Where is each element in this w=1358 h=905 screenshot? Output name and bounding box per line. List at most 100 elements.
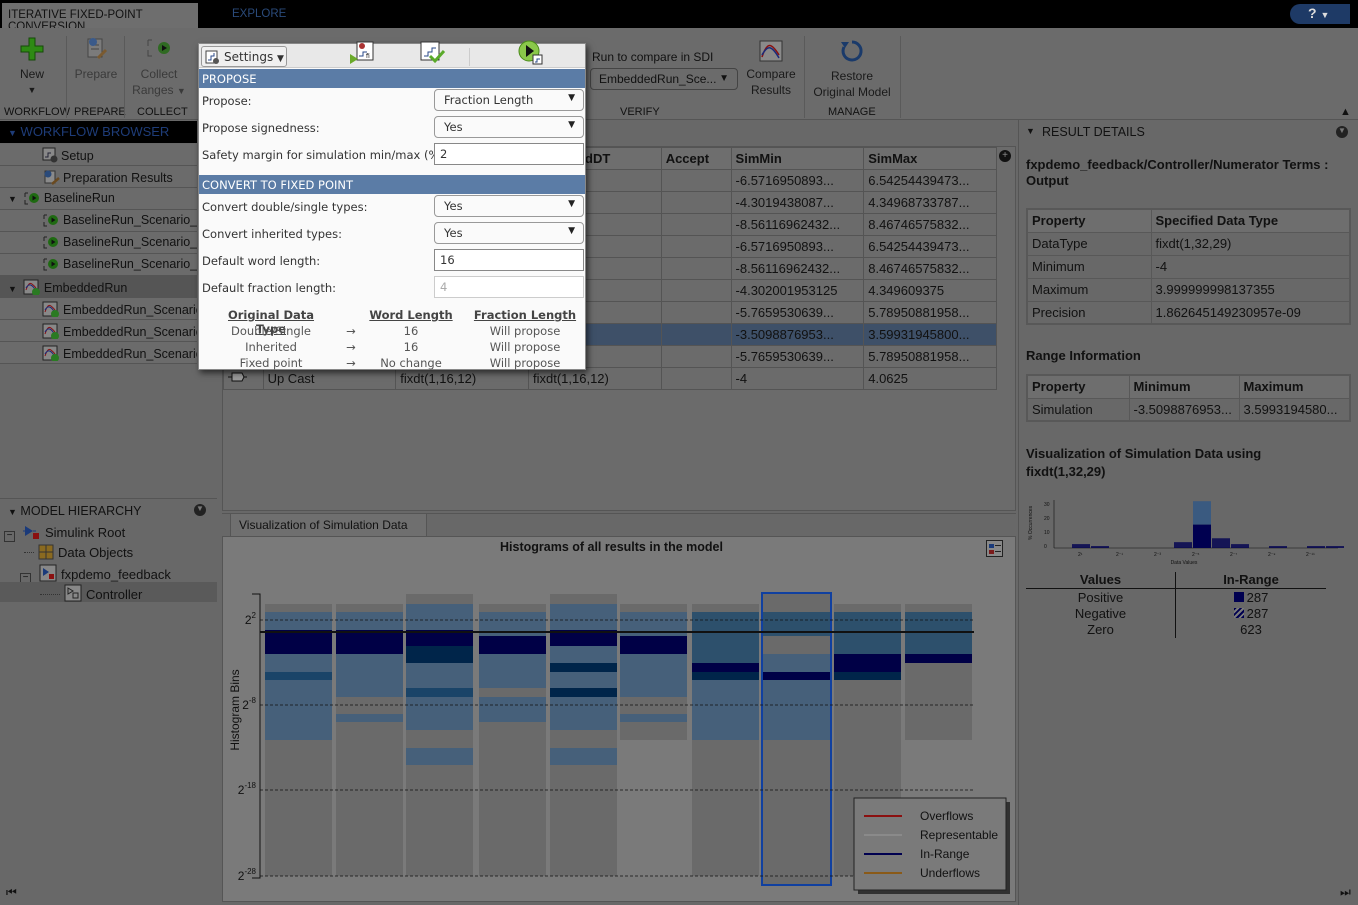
propose-select[interactable]: Fraction Length ▼ xyxy=(434,89,584,111)
histogram-bin xyxy=(834,604,901,612)
compare-results-button[interactable]: Compare Results xyxy=(742,40,800,98)
workflow-browser-header[interactable]: ▼ WORKFLOW BROWSER xyxy=(0,121,197,143)
hierarchy-item-label: Data Objects xyxy=(58,545,134,560)
collapse-toolstrip-icon[interactable]: ▲ xyxy=(1340,106,1351,118)
cell-simmin: -5.7659530639... xyxy=(730,301,865,324)
propose-fi-icon[interactable]: fi xyxy=(349,40,377,66)
tab-iterative-fixed-point-conversion[interactable]: ITERATIVE FIXED-POINT CONVERSION xyxy=(2,3,198,33)
run-compare-select[interactable]: EmbeddedRun_Sce... ▼ xyxy=(590,68,738,90)
mini-ytick: 30 xyxy=(1044,502,1050,508)
hierarchy-item[interactable]: Data Objects xyxy=(0,542,217,562)
column-header[interactable]: SimMin xyxy=(730,147,865,170)
cell-accept xyxy=(660,169,732,192)
chevron-down-icon: ▼ xyxy=(568,93,575,103)
collapse-toggle-icon[interactable]: − xyxy=(4,531,15,542)
collect-label: Collect xyxy=(140,67,178,81)
summary-cell: No change xyxy=(380,356,442,370)
hierarchy-item-label: Simulink Root xyxy=(45,525,126,540)
values-table: Values In-Range Positive 287 Negative 287 Zero… xyxy=(1026,572,1326,640)
new-button[interactable]: New ▼ xyxy=(8,36,56,98)
workflow-item[interactable]: BaselineRun_Scenario_3 xyxy=(0,254,197,276)
cell-simmin: -4.3019438087... xyxy=(730,191,865,214)
safety-margin-label: Safety margin for simulation min/max (%)… xyxy=(202,148,448,162)
expand-caret-icon[interactable]: ▼ xyxy=(8,284,17,294)
cell-simmin: -6.5716950893... xyxy=(730,169,865,192)
add-column-icon[interactable]: + xyxy=(999,150,1011,162)
group-collect: COLLECT xyxy=(137,106,188,118)
histogram-column[interactable] xyxy=(406,594,473,876)
convert-inherited-label: Convert inherited types: xyxy=(202,227,342,241)
visualization-detail-title: Visualization of Simulation Data using f… xyxy=(1026,446,1262,479)
legend-toggle-icon[interactable] xyxy=(986,540,1003,557)
workflow-item[interactable]: Preparation Results xyxy=(0,166,197,188)
histogram-bin xyxy=(620,722,687,740)
cell-simmax: 4.34968733787... xyxy=(863,191,997,214)
in-range-value: 623 xyxy=(1240,622,1262,637)
chevron-down-icon: ▼ xyxy=(176,86,186,96)
simulate-run-icon[interactable] xyxy=(517,39,545,67)
restore-original-model-button[interactable]: Restore Original Model xyxy=(808,38,896,100)
mini-ytick: 0 xyxy=(1044,544,1047,550)
histogram-column[interactable] xyxy=(550,594,617,876)
cell-simmax: 8.46746575832... xyxy=(863,257,997,280)
propose-value: Fraction Length xyxy=(444,93,534,107)
histogram-column[interactable] xyxy=(336,604,403,876)
histogram-bin xyxy=(550,765,617,876)
histogram-bin xyxy=(406,688,473,697)
convert-inherited-select[interactable]: Yes ▼ xyxy=(434,222,584,244)
cell-simmin: -8.56116962432... xyxy=(730,213,865,236)
histogram-column[interactable] xyxy=(692,604,759,876)
apply-check-icon[interactable] xyxy=(419,40,445,66)
word-length-input[interactable]: 16 xyxy=(434,249,584,271)
workflow-item[interactable]: ▼ BaselineRun xyxy=(0,188,197,210)
expand-caret-icon[interactable]: ▼ xyxy=(8,194,17,204)
workflow-item[interactable]: Setup xyxy=(0,144,197,166)
histogram-column[interactable] xyxy=(620,604,687,740)
hierarchy-item[interactable]: Controller xyxy=(0,582,217,602)
settings-dropdown-button[interactable]: Settings ▼ xyxy=(201,46,287,67)
workflow-item[interactable]: EmbeddedRun_Scenario xyxy=(0,298,197,320)
workflow-item[interactable]: ▼ EmbeddedRun xyxy=(0,276,197,298)
column-header[interactable]: Accept xyxy=(660,147,732,170)
summary-cell: → xyxy=(346,340,356,354)
property-cell: Maximum xyxy=(1026,277,1152,302)
cell-simmax: 5.78950881958... xyxy=(863,301,997,324)
plus-icon xyxy=(20,37,44,61)
histogram-column[interactable] xyxy=(905,604,972,740)
scroll-left-icon[interactable]: ⏮ xyxy=(6,885,17,905)
help-button[interactable]: ? ▼ xyxy=(1290,4,1350,24)
workflow-item[interactable]: EmbeddedRun_Scenario xyxy=(0,342,197,364)
fraction-length-input: 4 xyxy=(434,276,584,298)
hierarchy-item[interactable]: − fxpdemo_feedback xyxy=(0,562,217,584)
negative-swatch-icon xyxy=(1233,608,1244,618)
mini-bar xyxy=(1091,546,1109,548)
column-header[interactable]: SimMax xyxy=(863,147,997,170)
workflow-item[interactable]: BaselineRun_Scenario_2 xyxy=(0,232,197,254)
summary-cell: 16 xyxy=(403,340,419,354)
prepare-icon xyxy=(87,38,108,60)
tab-explore[interactable]: EXPLORE xyxy=(232,8,286,20)
histogram-bin xyxy=(406,663,473,688)
workflow-item[interactable]: EmbeddedRun_Scenario xyxy=(0,320,197,342)
table-row[interactable]: Up Cast fixdt(1,16,12) fixdt(1,16,12) -4 4.0… xyxy=(223,367,997,390)
histogram-column[interactable] xyxy=(479,604,546,876)
tab-visualization[interactable]: Visualization of Simulation Data xyxy=(230,513,427,537)
scroll-right-icon[interactable]: ⏭ xyxy=(1340,885,1351,905)
panel-options-icon[interactable]: ▼ xyxy=(1336,126,1348,138)
signedness-select[interactable]: Yes ▼ xyxy=(434,116,584,138)
result-details-header[interactable]: ▼ RESULT DETAILS ▼ xyxy=(1020,121,1358,143)
histogram-bin xyxy=(550,604,617,630)
workflow-item[interactable]: BaselineRun_Scenario_1 xyxy=(0,210,197,232)
cell-simmin: -6.5716950893... xyxy=(730,235,865,258)
collect-ranges-button[interactable]: Collect Ranges ▼ xyxy=(128,36,190,99)
histogram-column[interactable] xyxy=(265,604,332,876)
convert-double-value: Yes xyxy=(444,199,463,213)
model-hierarchy-header[interactable]: ▼ MODEL HIERARCHY ▼ xyxy=(0,501,217,521)
histogram-column[interactable] xyxy=(763,594,830,884)
safety-margin-input[interactable]: 2 xyxy=(434,143,584,165)
prepare-button[interactable]: Prepare xyxy=(72,36,120,82)
panel-options-icon[interactable]: ▼ xyxy=(194,504,206,516)
hierarchy-item[interactable]: − Simulink Root xyxy=(0,522,217,542)
convert-double-select[interactable]: Yes ▼ xyxy=(434,195,584,217)
settings-label: Settings xyxy=(224,50,274,64)
